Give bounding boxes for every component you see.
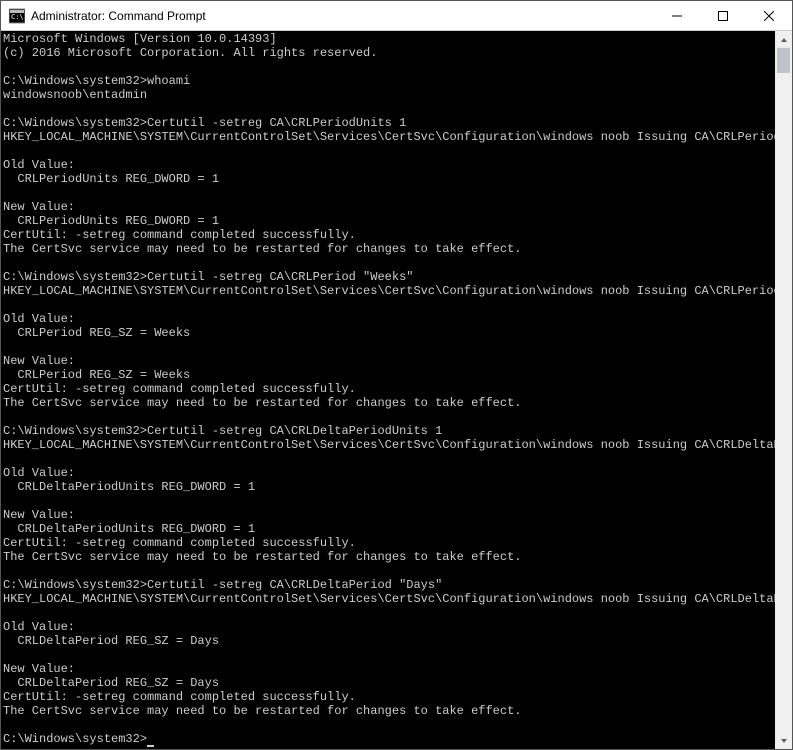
client-area: Microsoft Windows [Version 10.0.14393] (… <box>1 31 792 749</box>
maximize-button[interactable] <box>700 1 746 30</box>
console-output[interactable]: Microsoft Windows [Version 10.0.14393] (… <box>1 31 775 749</box>
close-button[interactable] <box>746 1 792 30</box>
scroll-up-button[interactable] <box>775 31 792 48</box>
cmd-icon: C:\ <box>9 8 25 24</box>
minimize-button[interactable] <box>654 1 700 30</box>
titlebar[interactable]: C:\ Administrator: Command Prompt <box>1 1 792 31</box>
window-controls <box>654 1 792 30</box>
scrollbar-thumb[interactable] <box>777 48 790 73</box>
command-prompt-window: C:\ Administrator: Command Prompt Micros… <box>0 0 793 750</box>
scrollbar-track[interactable] <box>775 48 792 732</box>
cursor <box>147 745 154 747</box>
window-title: Administrator: Command Prompt <box>31 9 654 23</box>
svg-text:C:\: C:\ <box>11 13 24 21</box>
scroll-down-button[interactable] <box>775 732 792 749</box>
vertical-scrollbar[interactable] <box>775 31 792 749</box>
